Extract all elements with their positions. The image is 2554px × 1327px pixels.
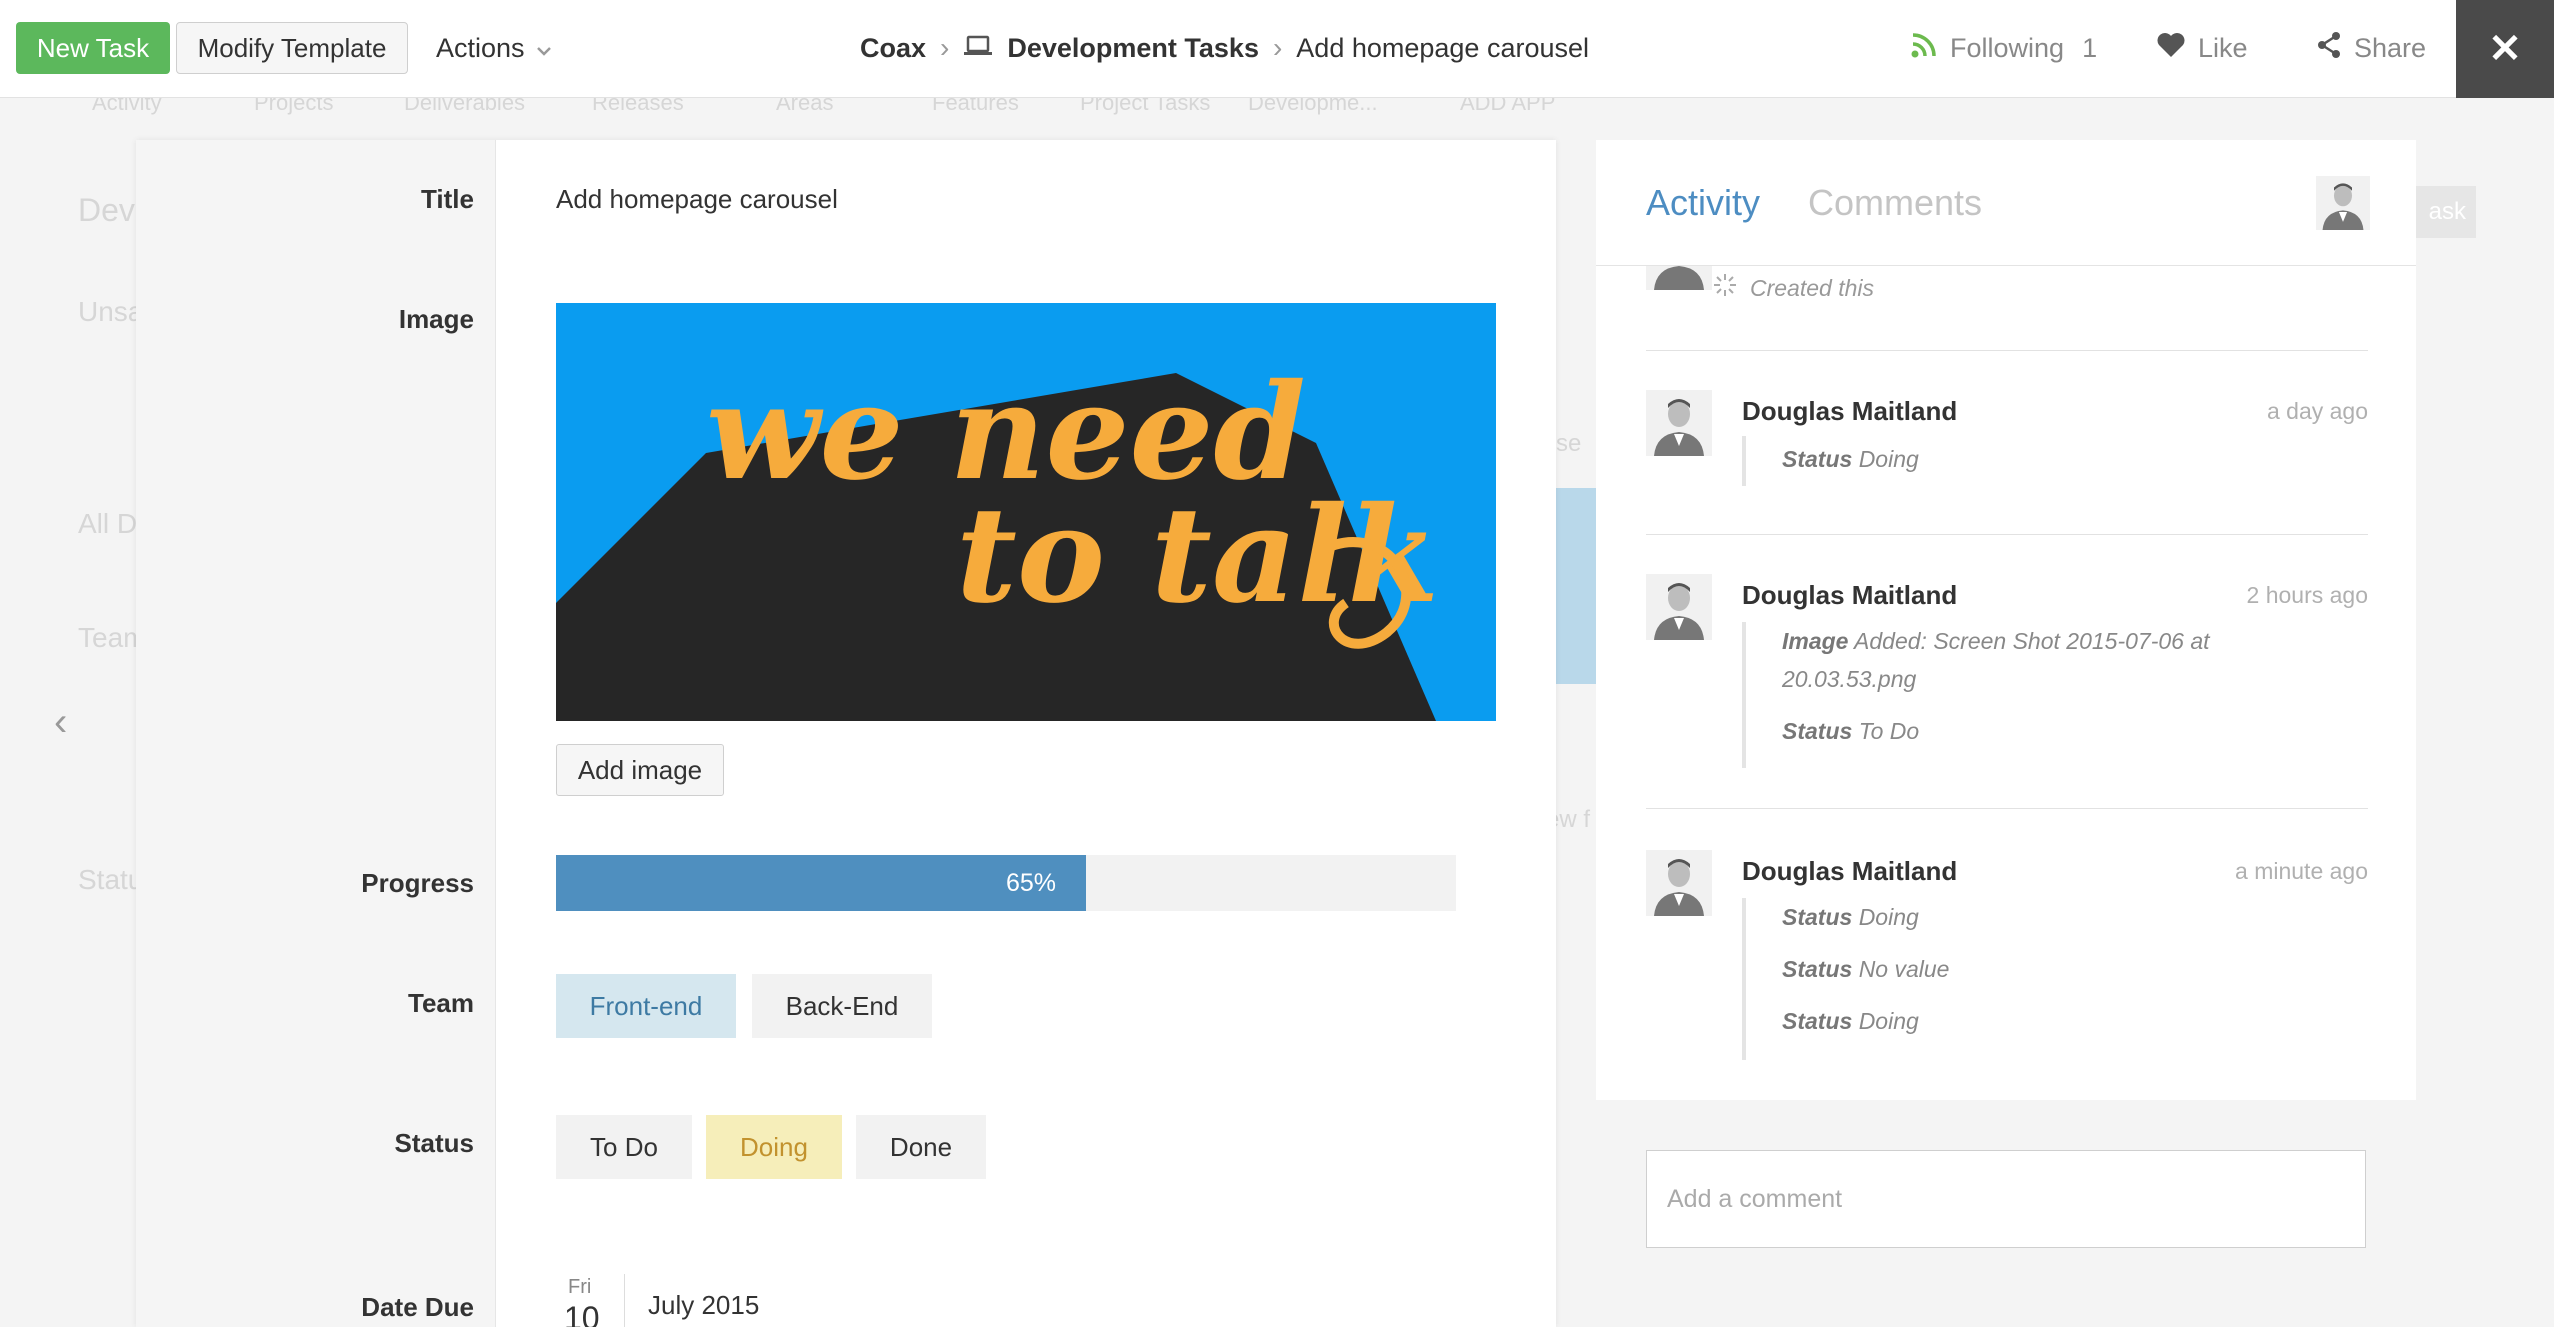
chevron-right-icon: › — [1272, 32, 1283, 63]
avatar — [1646, 266, 1712, 290]
created-text: Created this — [1750, 274, 1875, 301]
sparkle-icon — [1712, 272, 1738, 304]
change-item: Status Doing — [1782, 1008, 1919, 1034]
task-image-text-2: to talk — [956, 478, 1439, 633]
breadcrumb-project[interactable]: Development Tasks — [1007, 33, 1259, 64]
like-button[interactable]: Like — [2156, 22, 2248, 74]
progress-bar[interactable]: 65% — [556, 855, 1456, 911]
top-bar: New Task Modify Template Actions Coax › … — [0, 0, 2554, 98]
change-list: Image Added: Screen Shot 2015-07-06 at 2… — [1742, 622, 2210, 768]
breadcrumb-org[interactable]: Coax — [860, 33, 926, 64]
progress-label: Progress — [361, 868, 474, 898]
change-item: Status To Do — [1782, 718, 1920, 744]
avatar[interactable] — [2316, 176, 2370, 230]
date-day-number[interactable]: 10 — [564, 1300, 600, 1327]
bg-item: All D — [78, 508, 138, 539]
chevron-right-icon: › — [940, 32, 950, 63]
actions-label: Actions — [436, 32, 525, 63]
created-text-row: Created this — [1712, 272, 1874, 304]
activity-panel: Activity Comments Created this Douglas M… — [1596, 140, 2416, 1100]
team-option-back-end[interactable]: Back-End — [752, 974, 932, 1038]
breadcrumb-current: Add homepage carousel — [1296, 32, 1589, 63]
date-divider — [624, 1274, 625, 1327]
share-icon — [2316, 31, 2342, 66]
activity-time: 2 hours ago — [2246, 582, 2368, 608]
change-item: Status Doing — [1782, 904, 1919, 930]
modify-template-button[interactable]: Modify Template — [176, 22, 408, 74]
chevron-down-icon — [535, 33, 553, 64]
team-option-front-end[interactable]: Front-end — [556, 974, 736, 1038]
breadcrumb: Coax › Development Tasks › Add homepage … — [860, 22, 1589, 74]
rss-icon — [1910, 31, 1938, 66]
actions-dropdown[interactable]: Actions — [436, 22, 553, 74]
avatar[interactable] — [1646, 390, 1712, 456]
bg-side-text: se — [1556, 430, 1582, 457]
avatar[interactable] — [1646, 850, 1712, 916]
bg-heading: Dev — [78, 192, 135, 228]
avatar[interactable] — [1646, 574, 1712, 640]
change-item: Status No value — [1782, 956, 1950, 982]
date-month[interactable]: July 2015 — [648, 1290, 759, 1321]
status-option-to-do[interactable]: To Do — [556, 1115, 692, 1179]
change-item-continued: 20.03.53.png — [1782, 666, 1917, 692]
like-label: Like — [2198, 32, 2248, 63]
add-image-button[interactable]: Add image — [556, 744, 724, 796]
activity-time: a minute ago — [2235, 858, 2368, 884]
share-button[interactable]: Share — [2316, 22, 2426, 74]
tab-comments[interactable]: Comments — [1808, 182, 1982, 224]
date-due-label: Date Due — [361, 1292, 474, 1322]
following-button[interactable]: Following 1 — [1910, 22, 2097, 74]
date-weekday: Fri — [568, 1276, 592, 1298]
activity-time: a day ago — [2266, 398, 2368, 424]
comment-input[interactable]: Add a comment — [1646, 1150, 2366, 1248]
entry-divider — [1646, 534, 2368, 535]
status-option-done[interactable]: Done — [856, 1115, 986, 1179]
task-image[interactable]: we need to talk — [556, 303, 1496, 721]
progress-value: 65% — [1006, 869, 1057, 897]
title-label: Title — [421, 184, 474, 214]
task-detail-panel: Title Add homepage carousel Image we nee… — [136, 140, 1556, 1327]
bg-item: Unsa — [78, 296, 144, 327]
new-task-button[interactable]: New Task — [16, 22, 170, 74]
close-button[interactable]: ✕ — [2456, 0, 2554, 98]
activity-tabs: Activity Comments — [1596, 140, 2416, 266]
entry-divider — [1646, 808, 2368, 809]
activity-author[interactable]: Douglas Maitland — [1742, 580, 1957, 611]
change-item: Image Added: Screen Shot 2015-07-06 at — [1782, 628, 2210, 654]
tab-activity[interactable]: Activity — [1646, 182, 1760, 224]
image-label: Image — [398, 304, 474, 334]
task-image-artwork: we need to talk — [556, 303, 1496, 721]
following-count: 1 — [2082, 32, 2098, 63]
following-label: Following — [1950, 32, 2065, 63]
laptop-icon — [963, 33, 993, 64]
entry-divider — [1646, 350, 2368, 351]
status-label: Status — [394, 1128, 474, 1158]
share-label: Share — [2354, 32, 2427, 63]
change-list: Status Doing — [1742, 436, 1919, 486]
team-label: Team — [408, 988, 474, 1018]
activity-author[interactable]: Douglas Maitland — [1742, 856, 1957, 887]
bg-item: Statu — [78, 864, 144, 895]
comment-footer: Add a comment — [1596, 1100, 2416, 1327]
bg-image — [1556, 488, 1600, 684]
status-option-doing[interactable]: Doing — [706, 1115, 842, 1179]
heart-icon — [2156, 32, 2186, 65]
activity-author[interactable]: Douglas Maitland — [1742, 396, 1957, 427]
close-icon: ✕ — [2488, 27, 2522, 71]
task-title[interactable]: Add homepage carousel — [556, 184, 838, 215]
change-item: Status Doing — [1782, 446, 1919, 472]
change-list: Status Doing Status No value Status Doin… — [1742, 898, 1949, 1060]
chevron-left-icon[interactable]: ‹ — [54, 700, 67, 745]
